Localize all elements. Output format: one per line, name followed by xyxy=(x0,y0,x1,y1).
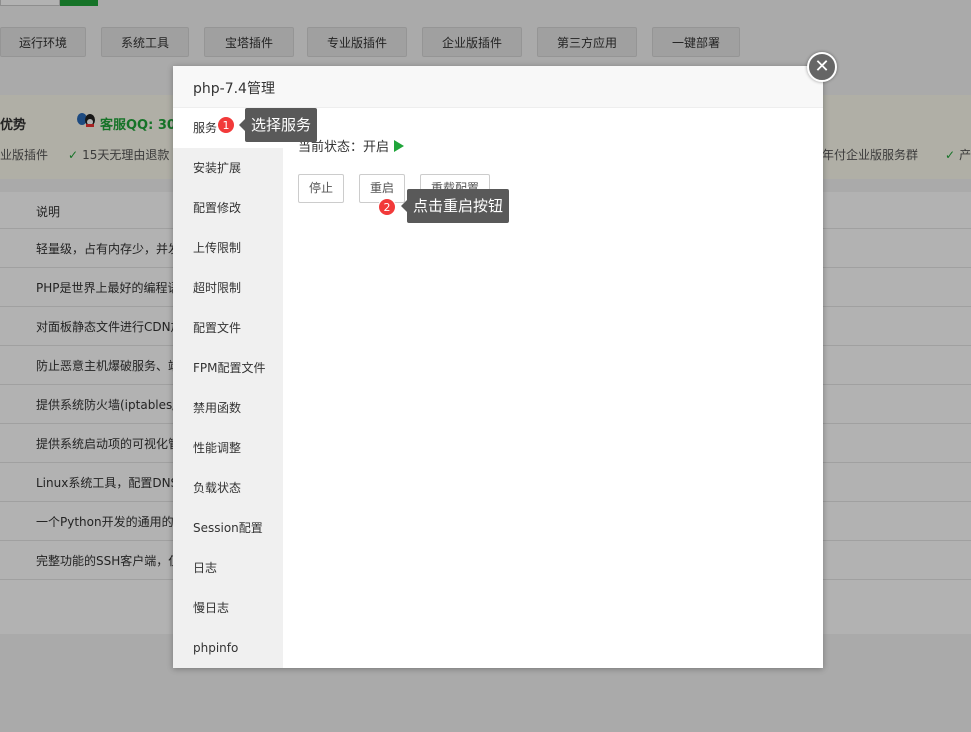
php-manager-dialog: php-7.4管理 服务 安装扩展 配置修改 上传限制 超时限制 配置文件 FP… xyxy=(173,66,823,668)
callout-click-restart: 点击重启按钮 xyxy=(400,189,510,223)
dialog-header: php-7.4管理 xyxy=(173,66,823,108)
sidebar-item-config-edit[interactable]: 配置修改 xyxy=(173,188,283,228)
sidebar-item-timeout-limit[interactable]: 超时限制 xyxy=(173,268,283,308)
close-icon[interactable]: ✕ xyxy=(807,52,837,82)
sidebar-item-install-extensions[interactable]: 安装扩展 xyxy=(173,148,283,188)
dialog-content: 当前状态：开启 停止 重启 重载配置 xyxy=(283,108,823,668)
sidebar-item-fpm-config[interactable]: FPM配置文件 xyxy=(173,348,283,388)
sidebar-item-log[interactable]: 日志 xyxy=(173,548,283,588)
sidebar-item-performance[interactable]: 性能调整 xyxy=(173,428,283,468)
stop-button[interactable]: 停止 xyxy=(298,174,344,203)
dialog-sidebar: 服务 安装扩展 配置修改 上传限制 超时限制 配置文件 FPM配置文件 禁用函数… xyxy=(173,108,283,668)
dialog-title: php-7.4管理 xyxy=(193,81,275,97)
sidebar-item-phpinfo[interactable]: phpinfo xyxy=(173,628,283,668)
callout-select-service: 选择服务 xyxy=(238,108,318,142)
sidebar-item-slow-log[interactable]: 慢日志 xyxy=(173,588,283,628)
play-icon xyxy=(394,140,405,152)
step-badge-1: 1 xyxy=(217,116,235,134)
sidebar-item-load-status[interactable]: 负载状态 xyxy=(173,468,283,508)
status-label: 当前状态：开启 xyxy=(298,140,390,155)
sidebar-item-disabled-functions[interactable]: 禁用函数 xyxy=(173,388,283,428)
step-badge-2: 2 xyxy=(378,198,396,216)
sidebar-item-session-config[interactable]: Session配置 xyxy=(173,508,283,548)
sidebar-item-upload-limit[interactable]: 上传限制 xyxy=(173,228,283,268)
sidebar-item-config-file[interactable]: 配置文件 xyxy=(173,308,283,348)
